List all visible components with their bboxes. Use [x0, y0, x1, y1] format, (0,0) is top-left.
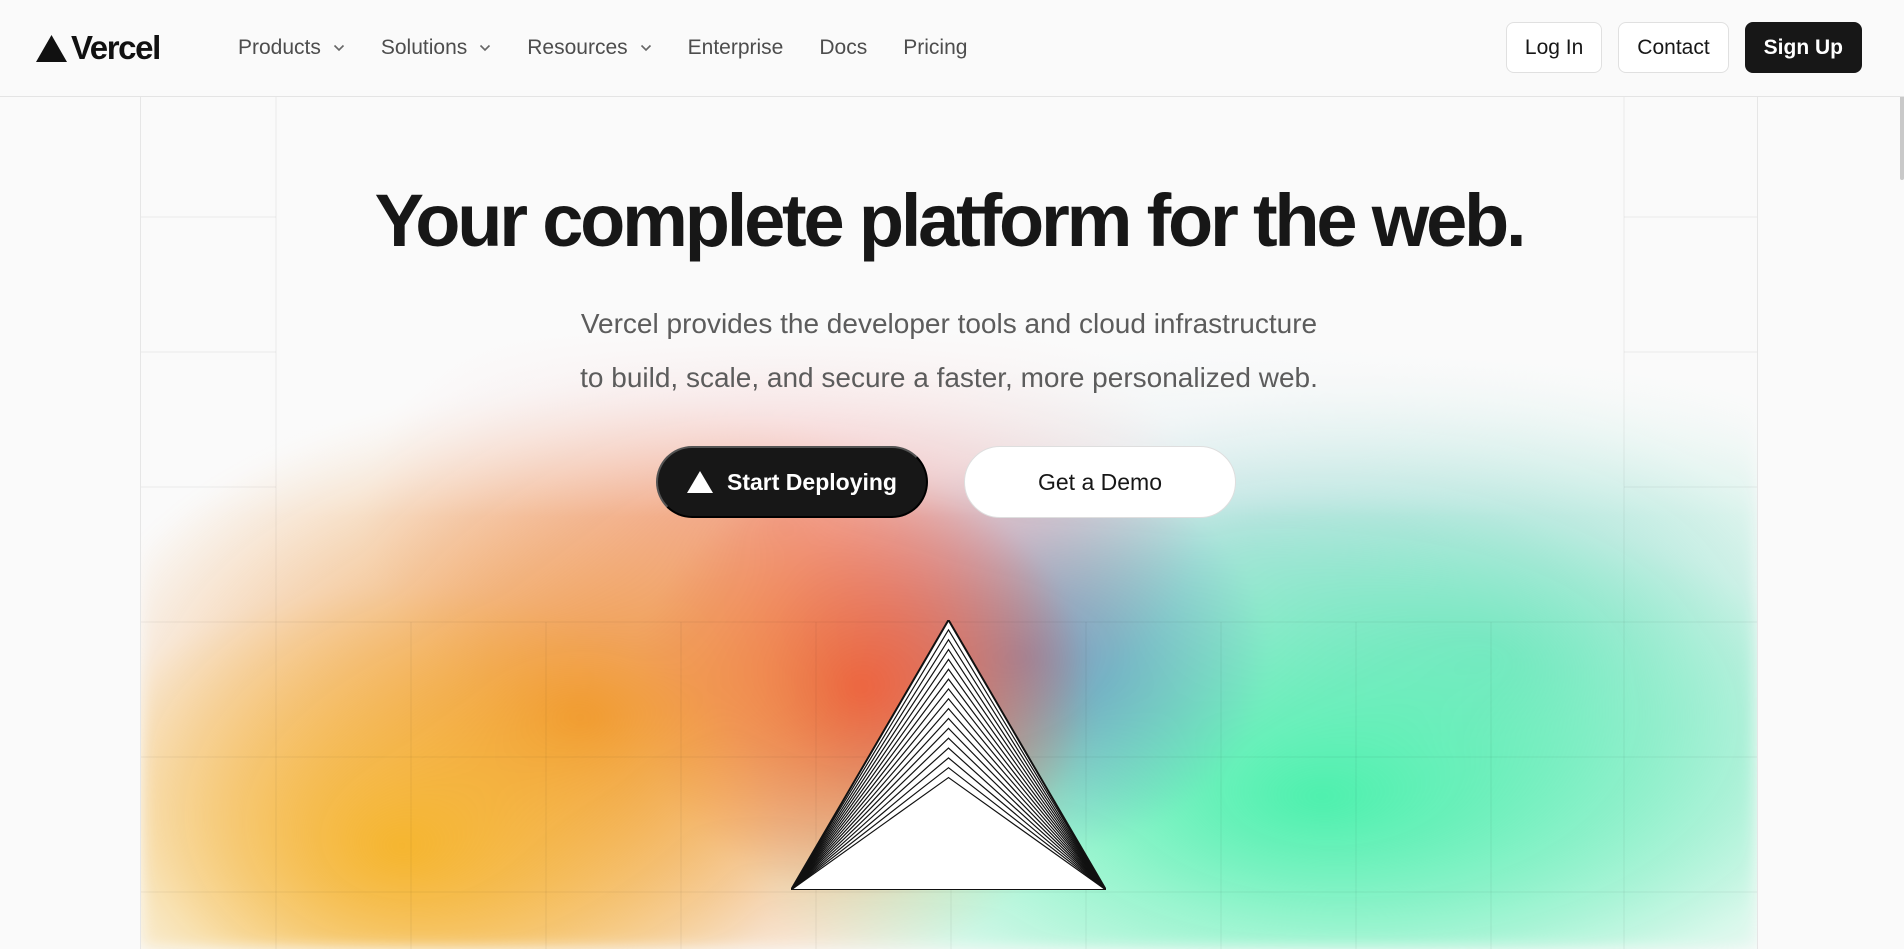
nav-products[interactable]: Products	[238, 36, 345, 60]
nav-enterprise-label: Enterprise	[687, 36, 784, 59]
triangle-icon	[687, 471, 714, 493]
chevron-down-icon	[480, 44, 491, 52]
nav-actions: Log In Contact Sign Up	[1505, 22, 1862, 73]
prism-triangle-illustration	[791, 620, 1106, 890]
main-nav-links: Products Solutions Resources Enterprise …	[238, 30, 1003, 66]
nav-docs[interactable]: Docs	[819, 36, 867, 60]
signup-button[interactable]: Sign Up	[1744, 22, 1862, 73]
contact-button[interactable]: Contact	[1618, 22, 1729, 73]
start-deploying-label: Start Deploying	[727, 468, 897, 495]
hero-subheading: Vercel provides the developer tools and …	[141, 297, 1757, 405]
hero-cta-row: Start Deploying Get a Demo	[141, 446, 1757, 518]
nav-products-label: Products	[238, 36, 321, 59]
hero-headline: Your complete platform for the web.	[374, 179, 1527, 262]
vercel-logo[interactable]: Vercel	[36, 29, 161, 66]
nav-resources-label: Resources	[527, 36, 628, 59]
start-deploying-button[interactable]: Start Deploying	[656, 446, 928, 518]
hero-subheading-line-1: Vercel provides the developer tools and …	[580, 308, 1318, 339]
nav-pricing-label: Pricing	[903, 36, 968, 59]
nav-solutions-label: Solutions	[380, 36, 468, 59]
nav-solutions[interactable]: Solutions	[381, 36, 491, 60]
chevron-down-icon	[333, 44, 344, 52]
top-navigation: Vercel Products Solutions Resources Ente…	[0, 0, 1904, 97]
nav-docs-label: Docs	[819, 36, 868, 59]
get-a-demo-button[interactable]: Get a Demo	[964, 446, 1236, 518]
nav-enterprise[interactable]: Enterprise	[688, 36, 784, 60]
chevron-down-icon	[640, 44, 651, 52]
page-scrollbar[interactable]	[1898, 0, 1904, 949]
login-button[interactable]: Log In	[1505, 22, 1603, 73]
hero-subheading-line-2: to build, scale, and secure a faster, mo…	[580, 362, 1318, 393]
triangle-logo-icon	[36, 34, 67, 62]
brand-name: Vercel	[71, 29, 161, 66]
nav-pricing[interactable]: Pricing	[903, 36, 967, 60]
nav-resources[interactable]: Resources	[527, 36, 651, 60]
hero-section: Your complete platform for the web. Verc…	[140, 97, 1758, 949]
